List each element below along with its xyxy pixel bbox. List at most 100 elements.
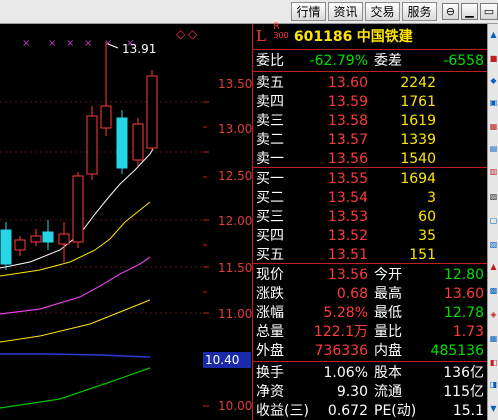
- marker-icon: ×: [48, 38, 56, 49]
- quote-value: 122.1万: [313, 324, 368, 340]
- buy-volume: 3: [427, 190, 436, 206]
- restore-icon: ⊖: [445, 5, 456, 18]
- finance-value: 15.1: [452, 403, 484, 419]
- quote-value: 12.78: [443, 305, 484, 321]
- quote-label: 现价: [256, 267, 284, 283]
- candle-body: [100, 105, 112, 129]
- sell-level-label: 卖四: [256, 94, 284, 110]
- grid-icon[interactable]: ▦: [489, 122, 498, 131]
- sell-price: 13.57: [327, 132, 368, 148]
- order-ratio-value: -62.79%: [309, 53, 368, 69]
- quote-value: 1.73: [452, 324, 484, 340]
- quote-value: 13.56: [327, 267, 368, 283]
- note-icon[interactable]: ◈: [489, 310, 498, 319]
- axis-label: 13.50: [218, 77, 253, 91]
- up-arrow-icon[interactable]: ▲: [489, 30, 498, 39]
- finance-value: 0.672: [327, 403, 368, 419]
- divider: [253, 167, 487, 168]
- sell-level-label: 卖二: [256, 132, 284, 148]
- sell-volume: 1339: [400, 132, 436, 148]
- layers-icon[interactable]: ▨: [489, 240, 498, 249]
- candle-body: [116, 117, 128, 169]
- axis-label: 11.00: [218, 307, 253, 321]
- axis-label: 11.50: [218, 261, 253, 275]
- candle-icon[interactable]: ▥: [489, 167, 498, 176]
- tab-service[interactable]: 服务: [402, 2, 437, 21]
- stock-name: 中国铁建: [356, 29, 413, 45]
- buy-price: 13.52: [327, 228, 368, 244]
- window-icon[interactable]: ▢: [489, 216, 498, 225]
- table-icon[interactable]: ▧: [489, 192, 498, 201]
- quote-label: 涨跌: [256, 286, 284, 302]
- marker-icon: ×: [84, 38, 92, 49]
- order-diff-label: 委差: [374, 53, 402, 69]
- restore-button[interactable]: ⊖: [442, 3, 459, 20]
- marker-icon: ×: [22, 38, 30, 49]
- down-arrow-icon[interactable]: ▼: [489, 404, 498, 413]
- marker-icon: ×: [104, 38, 112, 49]
- list-icon[interactable]: ▤: [489, 144, 498, 153]
- quote-label: 最高: [374, 286, 402, 302]
- quote-value: 12.80: [443, 267, 484, 283]
- quote-value: 13.60: [443, 286, 484, 302]
- finance-value: 9.30: [336, 384, 368, 400]
- sell-level-label: 卖五: [256, 75, 284, 91]
- chart-icon[interactable]: ▣: [489, 98, 498, 107]
- buy-price: 13.54: [327, 190, 368, 206]
- buy-level-label: 买三: [256, 209, 284, 225]
- diamond-icon: ◇: [176, 27, 186, 41]
- candle-body: [72, 175, 84, 243]
- ma-line-long: [0, 299, 151, 343]
- tool-icon[interactable]: ■: [489, 54, 498, 63]
- sell-price: 13.59: [327, 94, 368, 110]
- kline-chart[interactable]: × × × × × × 13.91 ◇ ◇: [0, 24, 203, 420]
- quote-value: 485136: [430, 343, 484, 359]
- quote-label: 今开: [374, 267, 402, 283]
- quote-label: 量比: [374, 324, 402, 340]
- minimize-icon: ▁: [465, 5, 474, 18]
- divider: [253, 263, 487, 264]
- trend-icon[interactable]: ▲: [489, 262, 498, 271]
- candle-body: [0, 229, 12, 265]
- tab-trade[interactable]: 交易: [365, 2, 400, 21]
- quote-label: 涨幅: [256, 305, 284, 321]
- axis-label: 12.00: [218, 214, 253, 228]
- minimize-button[interactable]: ▁: [461, 3, 478, 20]
- sell-price: 13.56: [327, 151, 368, 167]
- candle-body: [42, 231, 54, 243]
- top-toolbar: 行情 资讯 交易 服务 ⊖ ▁ ▭: [0, 0, 498, 24]
- bars-icon[interactable]: ▩: [489, 286, 498, 295]
- buy-volume: 60: [418, 209, 436, 225]
- tab-news[interactable]: 资讯: [328, 2, 363, 21]
- ma-line-blue: [0, 353, 151, 358]
- finance-label: 股本: [374, 365, 402, 381]
- badge-bottom: 300: [273, 31, 289, 40]
- candle-body: [146, 75, 158, 149]
- more-icon[interactable]: ◨: [489, 380, 498, 389]
- divider: [253, 361, 487, 362]
- divider: [253, 71, 487, 72]
- close-icon: ▭: [483, 5, 495, 18]
- close-button[interactable]: ▭: [480, 3, 498, 20]
- info-icon[interactable]: ◆: [489, 76, 498, 85]
- candle-body: [132, 123, 144, 161]
- ma-line-green: [0, 367, 151, 409]
- tab-market[interactable]: 行情: [291, 2, 326, 21]
- order-diff-value: -6558: [443, 53, 484, 69]
- sell-volume: 1619: [400, 113, 436, 129]
- report-icon[interactable]: ▦: [489, 334, 498, 343]
- buy-price: 13.51: [327, 247, 368, 263]
- margin-badge: R 300: [273, 23, 289, 40]
- compare-icon[interactable]: ◧: [489, 358, 498, 367]
- sell-price: 13.58: [327, 113, 368, 129]
- finance-label: 换手: [256, 365, 284, 381]
- sell-level-label: 卖一: [256, 151, 284, 167]
- quote-label: 内盘: [374, 343, 402, 359]
- finance-value: 1.06%: [323, 365, 368, 381]
- sell-price: 13.60: [327, 75, 368, 91]
- buy-volume: 1694: [400, 171, 436, 187]
- high-annotation: 13.91: [122, 42, 156, 56]
- buy-price: 13.53: [327, 209, 368, 225]
- order-ratio-label: 委比: [256, 53, 284, 69]
- diamond-icon: ◇: [188, 27, 198, 41]
